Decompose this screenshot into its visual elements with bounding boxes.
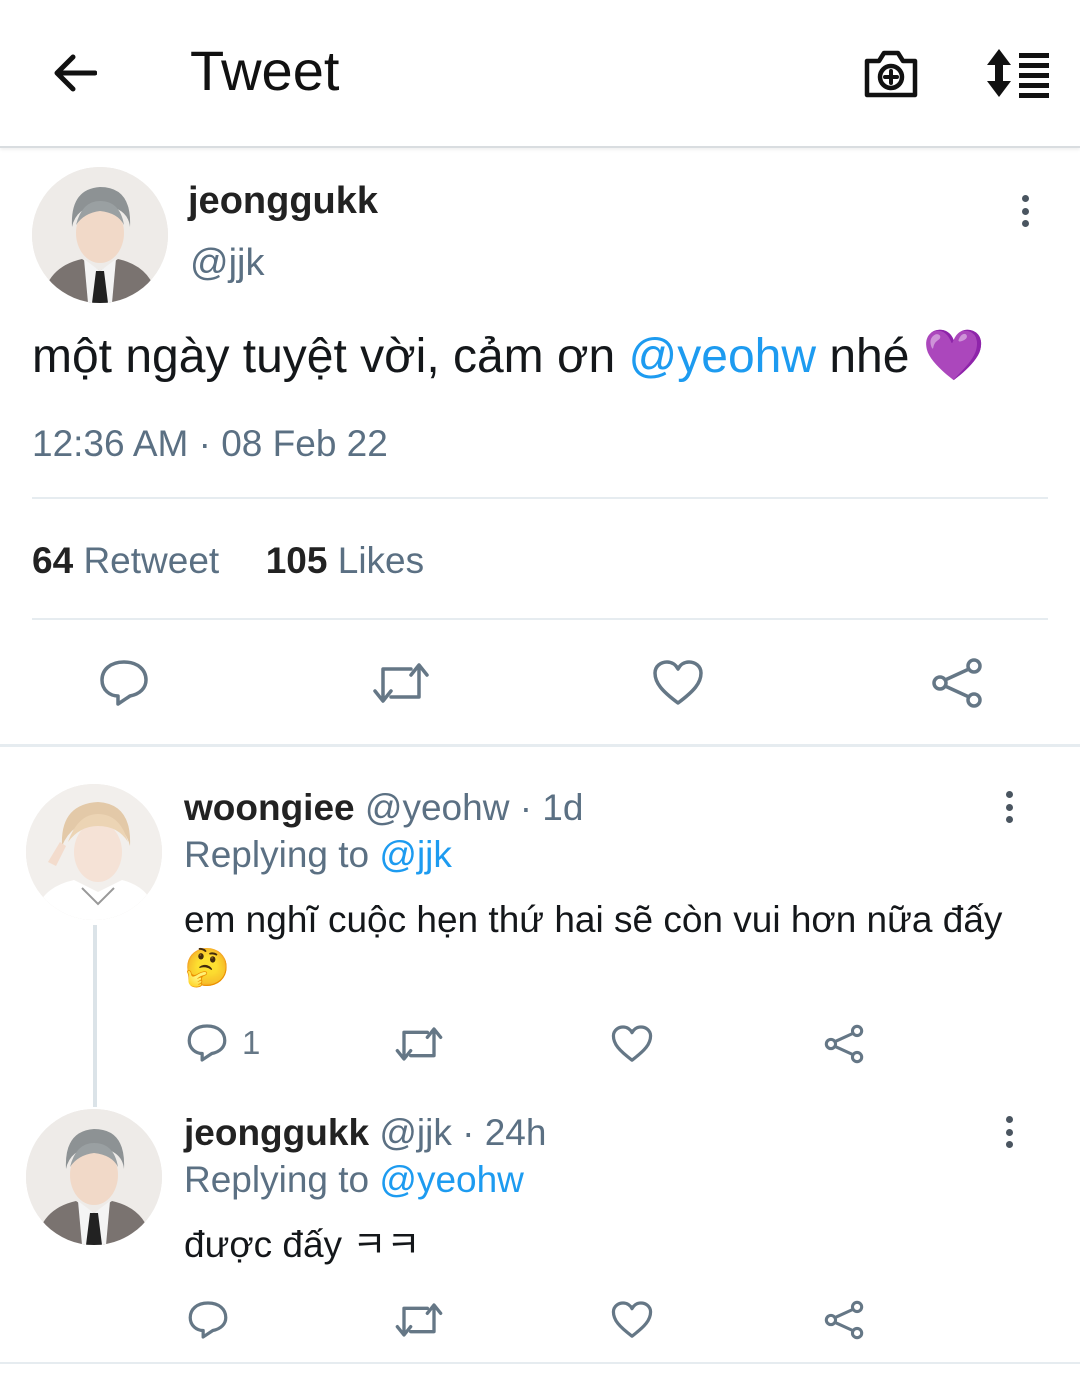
purple-heart-emoji: 💜 (922, 327, 986, 383)
reply-avatar[interactable] (26, 1109, 162, 1245)
avatar-image (26, 1109, 162, 1245)
section-divider (0, 744, 1080, 747)
heart-icon (611, 1025, 653, 1062)
arrow-left-icon (54, 54, 97, 92)
retweet-button[interactable] (370, 655, 432, 711)
reply-text: em nghĩ cuộc hẹn thứ hai sẽ còn vui hơn … (184, 899, 1003, 988)
thread-line (93, 925, 97, 1107)
sort-button[interactable] (980, 40, 1056, 106)
avatar-image (26, 784, 162, 920)
heart-icon (611, 1301, 653, 1338)
reply-text: được đấy ㅋㅋ (184, 1224, 421, 1265)
heart-icon (653, 660, 703, 705)
retweet-count[interactable]: 64 (32, 540, 73, 581)
page-title: Tweet (190, 39, 340, 102)
divider (0, 1362, 1080, 1364)
retweet-icon (395, 1027, 443, 1061)
like-button[interactable] (650, 655, 706, 711)
share-icon (824, 1024, 864, 1064)
author-handle[interactable]: @jjk (190, 242, 264, 285)
mention-link[interactable]: @yeohw (629, 330, 816, 383)
divider (32, 497, 1048, 499)
reply-more-options-button[interactable] (1004, 791, 1014, 823)
reply-button[interactable] (96, 655, 152, 711)
reply-handle-time[interactable]: @yeohw · 1d (365, 787, 584, 828)
replying-to: Replying to @jjk (184, 834, 452, 876)
reply-count: 1 (242, 1024, 261, 1061)
reply-retweet-button[interactable] (394, 1022, 444, 1066)
author-avatar[interactable] (32, 167, 168, 303)
sort-list-icon (987, 49, 1049, 98)
reply-handle-time[interactable]: @jjk · 24h (379, 1112, 546, 1153)
share-icon (824, 1300, 864, 1340)
retweet-icon (373, 663, 429, 703)
replying-label: Replying to (184, 1159, 380, 1200)
likes-label[interactable]: Likes (338, 540, 424, 581)
author-display-name[interactable]: jeonggukk (188, 180, 378, 223)
reply-share-button[interactable] (822, 1298, 866, 1342)
tweet-text-part: một ngày tuyệt vời, cảm ơn (32, 330, 629, 383)
avatar-image (32, 167, 168, 303)
share-button[interactable] (928, 655, 986, 711)
retweet-label[interactable]: Retweet (83, 540, 219, 581)
reply-icon (188, 1301, 228, 1339)
reply-icon (100, 660, 148, 706)
divider (32, 618, 1048, 620)
replying-to: Replying to @yeohw (184, 1159, 524, 1201)
camera-button[interactable] (858, 40, 924, 106)
replying-to-link[interactable]: @jjk (379, 834, 452, 875)
reply-share-button[interactable] (822, 1022, 866, 1066)
retweet-icon (395, 1303, 443, 1337)
replying-to-link[interactable]: @yeohw (379, 1159, 524, 1200)
reply-like-button[interactable] (610, 1298, 654, 1342)
likes-count[interactable]: 105 (266, 540, 328, 581)
reply-avatar[interactable] (26, 784, 162, 920)
camera-plus-icon (864, 50, 918, 98)
more-dot-icon (1021, 195, 1029, 202)
tweet-timestamp: 12:36 AM · 08 Feb 22 (32, 423, 388, 464)
reply-retweet-button[interactable] (394, 1298, 444, 1342)
reply-icon (187, 1024, 227, 1062)
tweet-text: một ngày tuyệt vời, cảm ơn @yeohw nhé 💜 (32, 326, 985, 385)
reply-reply-button[interactable]: 1 (186, 1022, 260, 1064)
reply-like-button[interactable] (610, 1022, 654, 1066)
tweet-text-part: nhé (816, 330, 923, 383)
share-icon (932, 658, 982, 708)
reply-header: jeonggukk @jjk · 24h (184, 1112, 546, 1154)
more-options-button[interactable] (1020, 195, 1030, 227)
replying-label: Replying to (184, 834, 380, 875)
reply-display-name[interactable]: jeonggukk (184, 1112, 369, 1153)
reply-display-name[interactable]: woongiee (184, 787, 355, 828)
tweet-stats: 64 Retweet 105 Likes (32, 540, 424, 582)
reply-more-options-button[interactable] (1004, 1116, 1014, 1148)
reply-header: woongiee @yeohw · 1d (184, 787, 583, 829)
reply-reply-button[interactable] (186, 1298, 230, 1342)
back-button[interactable] (40, 40, 108, 106)
